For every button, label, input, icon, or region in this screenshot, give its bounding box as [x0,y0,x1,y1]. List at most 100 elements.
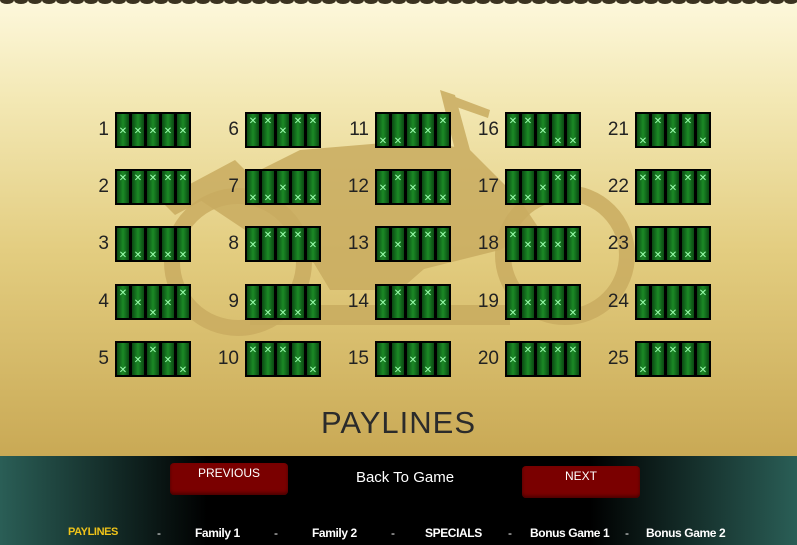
payline-pattern: ✕ ✕ ✕ ✕ ✕ [375,284,451,320]
payline-mark-icon: ✕ [408,126,418,137]
payline-mark-icon: ✕ [263,345,273,356]
reel-cell: ✕ [407,228,419,260]
payline-number: 10 [217,348,239,369]
reel-cell: ✕ [262,171,274,204]
payline-number: 5 [98,348,109,369]
reel-cell: ✕ [537,286,549,318]
payline-mark-icon: ✕ [378,136,388,147]
tab-separator: - [274,526,278,540]
tab-paylines[interactable]: PAYLINES [68,526,118,538]
tab-family-1[interactable]: Family 1 [195,526,240,540]
payline-mark-icon: ✕ [568,173,578,184]
payline-mark-icon: ✕ [698,288,708,299]
reel-cell: ✕ [567,286,579,319]
payline-mark-icon: ✕ [408,298,418,309]
payline-mark-icon: ✕ [553,298,563,309]
payline-pattern: ✕ ✕ ✕ ✕ ✕ [375,341,451,377]
paylines-panel: 1 ✕ ✕ ✕ ✕ ✕ 2 ✕ ✕ ✕ ✕ ✕ 3 ✕ ✕ ✕ ✕ ✕ 4 ✕ ✕ ✕ ✕ ✕ 5 ✕ ✕ ✕ ✕ ✕ 6 ✕ ✕ ✕ ✕ ✕ 7 ✕ ✕ ✕… [0,0,797,456]
tab-bonus-game-1[interactable]: Bonus Game 1 [530,526,610,540]
payline-mark-icon: ✕ [423,365,433,376]
payline-mark-icon: ✕ [163,298,173,309]
reel-cell: ✕ [552,286,564,318]
reel-cell: ✕ [147,286,159,319]
payline-mark-icon: ✕ [698,173,708,184]
payline-mark-icon: ✕ [118,288,128,299]
payline-pattern: ✕ ✕ ✕ ✕ ✕ [505,284,581,320]
payline-pattern: ✕ ✕ ✕ ✕ ✕ [375,169,451,205]
payline-pattern: ✕ ✕ ✕ ✕ ✕ [635,226,711,262]
payline-mark-icon: ✕ [408,230,418,241]
payline-mark-icon: ✕ [118,173,128,184]
reel-cell: ✕ [637,171,649,203]
reel-cell: ✕ [147,114,159,146]
payline-mark-icon: ✕ [393,136,403,147]
payline-mark-icon: ✕ [508,355,518,366]
payline-mark-icon: ✕ [423,126,433,137]
payline-number: 16 [477,119,499,140]
reel-cell: ✕ [162,114,174,146]
tab-family-2[interactable]: Family 2 [312,526,357,540]
payline-mark-icon: ✕ [178,288,188,299]
reel-cell: ✕ [392,114,404,147]
reel-cell: ✕ [117,114,129,146]
reel-cell: ✕ [697,171,709,203]
payline-mark-icon: ✕ [438,355,448,366]
next-button[interactable]: NEXT [522,466,640,498]
reel-cell: ✕ [377,286,389,318]
payline-pattern: ✕ ✕ ✕ ✕ ✕ [115,341,191,377]
back-to-game-button[interactable]: Back To Game [330,469,480,486]
reel-cell: ✕ [277,286,289,319]
tab-specials[interactable]: SPECIALS [425,526,482,540]
payline-mark-icon: ✕ [538,126,548,137]
reel-cell: ✕ [422,171,434,204]
payline-mark-icon: ✕ [423,230,433,241]
reel-cell: ✕ [682,286,694,319]
payline-mark-icon: ✕ [148,250,158,261]
payline-mark-icon: ✕ [178,173,188,184]
reel-cell: ✕ [307,228,319,260]
reel-cell: ✕ [262,114,274,146]
reel-cell: ✕ [292,171,304,204]
payline-mark-icon: ✕ [568,308,578,319]
payline-pattern: ✕ ✕ ✕ ✕ ✕ [115,112,191,148]
payline-mark-icon: ✕ [538,183,548,194]
tab-bonus-game-2[interactable]: Bonus Game 2 [646,526,726,540]
payline-mark-icon: ✕ [378,183,388,194]
reel-cell: ✕ [422,114,434,146]
previous-button[interactable]: PREVIOUS [170,463,288,495]
payline-mark-icon: ✕ [293,230,303,241]
payline-number: 2 [98,176,109,197]
tab-separator: - [157,526,161,540]
reel-cell: ✕ [377,228,389,261]
payline-number: 14 [347,291,369,312]
reel-cell: ✕ [522,286,534,318]
payline-mark-icon: ✕ [248,240,258,251]
payline-mark-icon: ✕ [393,288,403,299]
reel-cell: ✕ [552,343,564,375]
payline-mark-icon: ✕ [293,308,303,319]
payline-mark-icon: ✕ [118,250,128,261]
reel-cell: ✕ [247,343,259,375]
reel-cell: ✕ [117,228,129,261]
payline-mark-icon: ✕ [308,298,318,309]
payline-mark-icon: ✕ [308,116,318,127]
payline-mark-icon: ✕ [668,308,678,319]
payline-mark-icon: ✕ [568,136,578,147]
payline-mark-icon: ✕ [293,193,303,204]
reel-cell: ✕ [132,114,144,146]
payline-number: 22 [607,176,629,197]
payline-mark-icon: ✕ [248,116,258,127]
payline-mark-icon: ✕ [523,193,533,204]
reel-cell: ✕ [697,286,709,318]
payline-mark-icon: ✕ [653,116,663,127]
payline-mark-icon: ✕ [653,308,663,319]
reel-cell: ✕ [682,228,694,261]
reel-cell: ✕ [277,228,289,260]
reel-cell: ✕ [537,114,549,146]
reel-cell: ✕ [392,286,404,318]
reel-cell: ✕ [507,228,519,260]
reel-cell: ✕ [132,286,144,318]
reel-cell: ✕ [407,286,419,318]
reel-cell: ✕ [652,343,664,375]
reel-cell: ✕ [147,343,159,375]
